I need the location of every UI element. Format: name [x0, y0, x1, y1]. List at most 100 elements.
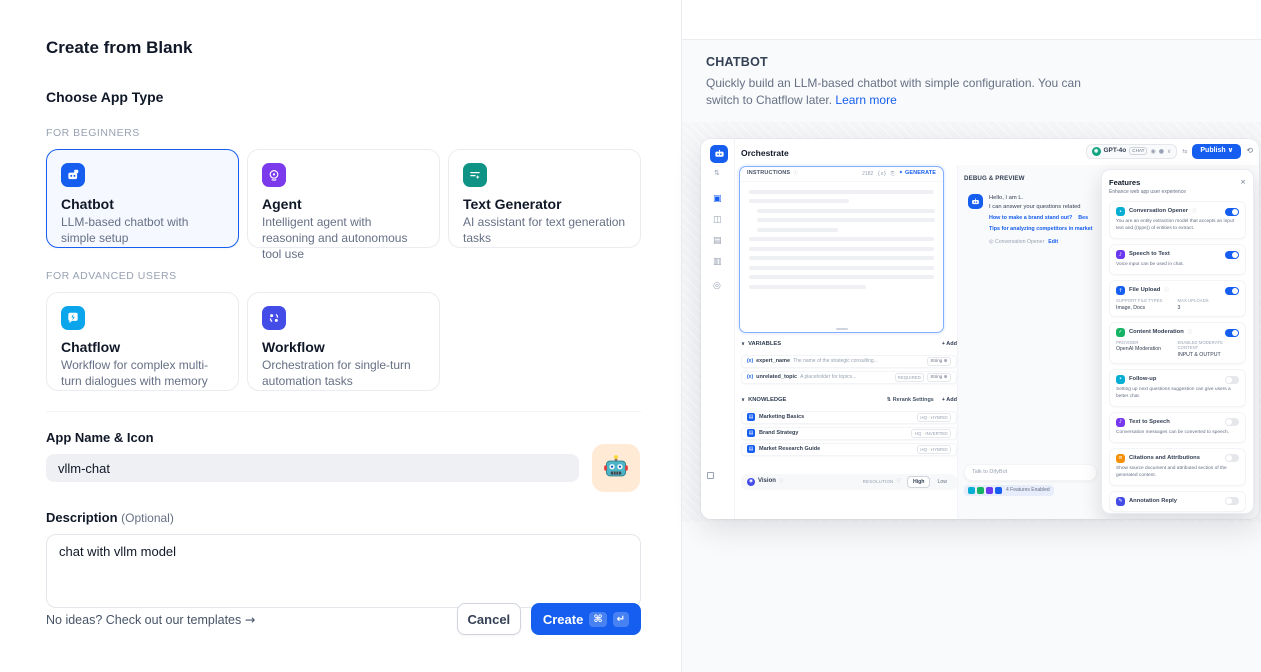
advanced-cards: Chatflow Workflow for complex multi-turn… — [46, 292, 641, 391]
content-moderation-icon: ✓ — [1116, 328, 1125, 337]
feature-toggle — [1225, 329, 1239, 337]
resolution-label: RESOLUTION — [863, 479, 894, 485]
description-textarea[interactable]: chat with vllm model — [46, 534, 641, 608]
feature-toggle — [1225, 497, 1239, 505]
feature-name: Content Moderation — [1129, 329, 1184, 336]
agent-icon — [262, 163, 286, 187]
opener-icon: ◎ — [989, 239, 994, 245]
knowledge-row: ▤ Brand Strategy HQ · INVERTED — [741, 427, 957, 440]
app-type-card-workflow[interactable]: Workflow Orchestration for single-turn a… — [247, 292, 440, 391]
variable-row: (x) expert_name The name of the strategi… — [741, 355, 957, 368]
feature-desc: You are an entity extraction model that … — [1116, 219, 1239, 233]
create-button-label: Create — [543, 612, 583, 627]
description-optional-text: (Optional) — [121, 511, 174, 525]
description-label-text: Description — [46, 510, 118, 525]
preview-topbar-actions: ✺ GPT-4o CHAT ◉ ● ∨ ⇆ Publish ∨ ⟲ — [1086, 144, 1254, 159]
instructions-label: INSTRUCTIONS — [747, 170, 790, 177]
feature-toggle — [1225, 418, 1239, 426]
features-panel: Features × Enhance web app user experien… — [1101, 169, 1254, 514]
nav-image-icon: ◫ — [713, 215, 722, 226]
placeholder-line — [757, 228, 838, 232]
variable-type-badge: String ⊕ — [927, 373, 951, 382]
knowledge-row: ▤ Market Research Guide HQ · HYBRID — [741, 443, 957, 456]
nav-logs-icon: ▤ — [713, 236, 722, 247]
dataset-icon: ▤ — [747, 429, 755, 437]
preview-type-desc: Quickly build an LLM-based chatbot with … — [706, 75, 1086, 110]
bot-avatar — [968, 194, 983, 209]
placeholder-line — [749, 256, 934, 260]
resolution-low-button: Low — [933, 477, 951, 487]
card-title: Text Generator — [463, 196, 626, 212]
feature-toggle — [1225, 376, 1239, 384]
beginner-cards: Chatbot LLM-based chatbot with simple se… — [46, 149, 641, 248]
sliders-icon: ⇆ — [1182, 148, 1187, 156]
instructions-placeholder — [740, 182, 943, 303]
app-type-card-chatflow[interactable]: Chatflow Workflow for complex multi-turn… — [46, 292, 239, 391]
feature-name: Conversation Opener — [1129, 208, 1188, 215]
preview-top-strip — [682, 0, 1261, 40]
choose-app-type-label: Choose App Type — [46, 89, 641, 105]
publish-button: Publish ∨ — [1192, 144, 1241, 159]
copy-icon: ⎘ — [891, 171, 895, 177]
preview-type-label: CHATBOT — [706, 55, 1237, 69]
knowledge-label: KNOWLEDGE — [748, 397, 786, 404]
citations-icon: ≡ — [1116, 454, 1125, 463]
nav-orchestrate-icon: ▣ — [713, 194, 722, 205]
learn-more-link[interactable]: Learn more — [835, 93, 896, 107]
app-type-card-text-generator[interactable]: Text Generator AI assistant for text gen… — [448, 149, 641, 248]
placeholder-line — [749, 237, 934, 241]
workflow-icon — [262, 306, 286, 330]
nav-annotation-icon: ▥ — [713, 257, 722, 268]
conversation-opener-icon: • — [1116, 207, 1125, 216]
rerank-settings-button: ⇅ Rerank Settings — [887, 397, 934, 404]
templates-link[interactable]: No ideas? Check out our templates → — [46, 612, 255, 627]
speech-to-text-icon: ♪ — [1116, 250, 1125, 259]
card-desc: AI assistant for text generation tasks — [463, 215, 626, 247]
file-upload-icon: ↑ — [1116, 286, 1125, 295]
feature-item: ✓ Content Moderation ⓘ PROVIDEROpenAI Mo… — [1109, 322, 1246, 364]
info-icon: ⓘ — [1188, 330, 1193, 336]
feature-name: Annotation Reply — [1129, 498, 1177, 505]
arrow-right-icon: → — [245, 612, 255, 627]
braces-icon: {x} — [877, 171, 886, 177]
app-type-card-agent[interactable]: Agent Intelligent agent with reasoning a… — [247, 149, 440, 248]
feature-item: ↑ File Upload ⓘ SUPPORT FILE TYPESImage,… — [1109, 280, 1246, 317]
cancel-button[interactable]: Cancel — [457, 603, 521, 635]
robot-emoji-icon — [602, 454, 630, 482]
app-type-card-chatbot[interactable]: Chatbot LLM-based chatbot with simple se… — [46, 149, 239, 248]
feature-desc: Setting up next questions suggestion can… — [1116, 387, 1239, 401]
dataset-name: Brand Strategy — [759, 430, 798, 437]
placeholder-line — [749, 275, 934, 279]
char-count: 2182 — [862, 171, 873, 177]
meta-label: MAX UPLOADS — [1178, 298, 1240, 303]
variables-header: ∨ VARIABLES + Add — [741, 341, 957, 348]
feature-toggle — [1225, 208, 1239, 216]
upload-mini-icon — [995, 487, 1002, 494]
edit-link: Edit — [1048, 239, 1058, 246]
dataset-badge: HQ · HYBRID — [917, 445, 951, 454]
app-icon-picker[interactable] — [592, 444, 640, 492]
for-beginners-label: FOR BEGINNERS — [46, 127, 641, 139]
variable-x-icon: (x) — [747, 374, 753, 380]
rerank-icon: ⇅ — [887, 397, 892, 403]
feature-toggle — [1225, 454, 1239, 462]
features-title: Features — [1109, 178, 1140, 187]
variable-x-icon: (x) — [747, 358, 753, 364]
feature-item: • Follow-up Setting up next questions su… — [1109, 369, 1246, 407]
resize-handle — [836, 328, 848, 330]
card-desc: LLM-based chatbot with simple setup — [61, 215, 224, 247]
dataset-badge: HQ · HYBRID — [917, 413, 951, 422]
meta-value: Image, Docs — [1116, 305, 1178, 312]
app-name-input[interactable] — [46, 454, 579, 482]
card-desc: Intelligent agent with reasoning and aut… — [262, 215, 425, 262]
feature-item: • Conversation Opener ⓘ You are an entit… — [1109, 201, 1246, 239]
add-knowledge-button: + Add — [942, 397, 957, 404]
feature-desc: Voice input can be used in chat. — [1116, 262, 1239, 269]
meta-label: SUPPORT FILE TYPES — [1116, 298, 1178, 303]
info-icon: ⓘ — [793, 171, 798, 177]
feature-name: Citations and Attributions — [1129, 455, 1200, 462]
create-button[interactable]: Create ⌘ ↵ — [531, 603, 641, 635]
placeholder-line — [749, 285, 866, 289]
meta-value: INPUT & OUTPUT — [1178, 352, 1240, 359]
vision-row: ◉ Vision ⓘ RESOLUTION ⓘ High Low — [741, 474, 957, 490]
